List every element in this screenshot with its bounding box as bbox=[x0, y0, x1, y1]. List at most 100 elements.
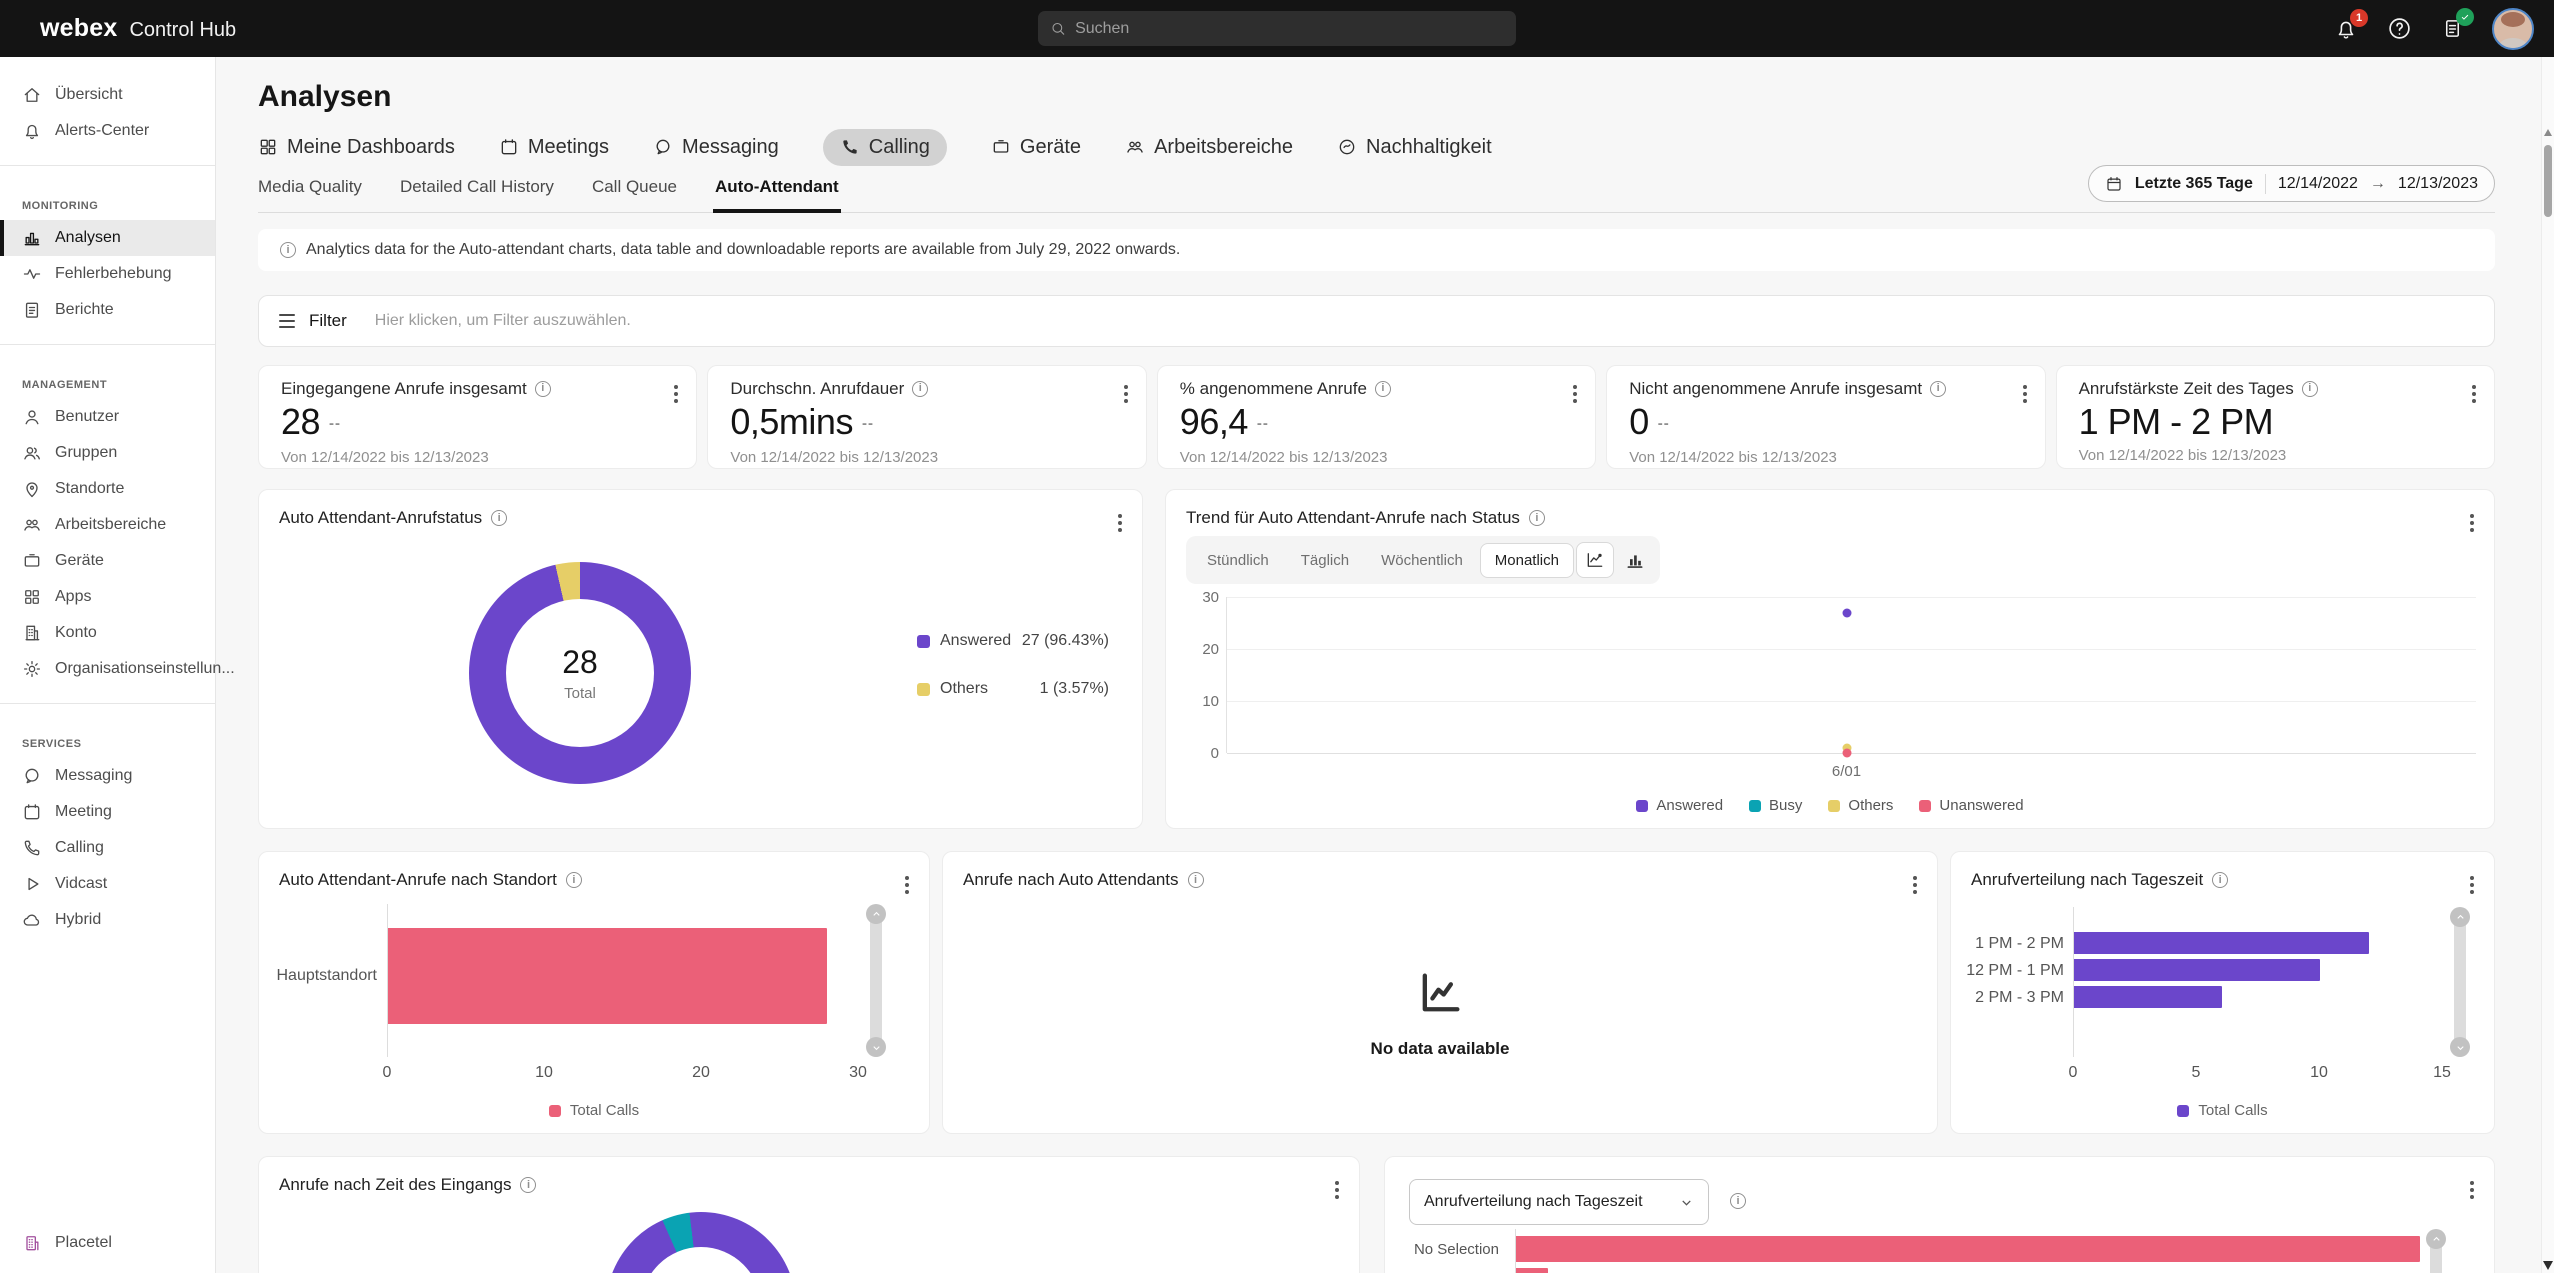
sidebar-item-geraete[interactable]: Geräte bbox=[0, 543, 215, 579]
kebab-menu[interactable] bbox=[1114, 510, 1126, 536]
info-icon[interactable] bbox=[1188, 872, 1204, 888]
sidebar-item-apps[interactable]: Apps bbox=[0, 579, 215, 615]
help-button[interactable] bbox=[2386, 16, 2412, 42]
kebab-menu[interactable] bbox=[2019, 381, 2031, 407]
sidebar-item-messaging[interactable]: Messaging bbox=[0, 758, 215, 794]
page-scrollbar[interactable] bbox=[2541, 57, 2554, 1273]
sidebar-item-placetel[interactable]: Placetel bbox=[0, 1225, 215, 1261]
sidebar-item-benutzer[interactable]: Benutzer bbox=[0, 399, 215, 435]
tab-meine-dashboards[interactable]: Meine Dashboards bbox=[258, 136, 455, 159]
scrollbar-up-arrow[interactable] bbox=[2544, 129, 2552, 136]
legend-item-answered: Answered bbox=[1636, 797, 1723, 814]
tab-calling[interactable]: Calling bbox=[823, 129, 947, 166]
sidebar-item-berichte[interactable]: Berichte bbox=[0, 292, 215, 328]
kebab-menu[interactable] bbox=[2468, 381, 2480, 407]
scrollbar-thumb[interactable] bbox=[2544, 145, 2552, 217]
kebab-menu[interactable] bbox=[901, 872, 913, 898]
info-icon[interactable] bbox=[1730, 1193, 1746, 1209]
kebab-menu[interactable] bbox=[1120, 381, 1132, 407]
trend-plot-area: 30 20 10 0 6/01 bbox=[1226, 597, 2476, 753]
tab-arbeitsbereiche[interactable]: Arbeitsbereiche bbox=[1125, 136, 1293, 159]
tab-nachhaltigkeit[interactable]: Nachhaltigkeit bbox=[1337, 136, 1492, 159]
notifications-button[interactable]: 1 bbox=[2333, 16, 2359, 42]
tab-meetings[interactable]: Meetings bbox=[499, 136, 609, 159]
user-avatar[interactable] bbox=[2492, 8, 2534, 50]
info-icon[interactable] bbox=[2302, 381, 2318, 397]
scroll-up-button[interactable] bbox=[2426, 1229, 2446, 1249]
info-icon[interactable] bbox=[2212, 872, 2228, 888]
chart-select-dropdown[interactable]: Anrufverteilung nach Tageszeit bbox=[1409, 1179, 1709, 1225]
toggle-taeglich[interactable]: Täglich bbox=[1286, 543, 1364, 578]
info-icon[interactable] bbox=[535, 381, 551, 397]
category-label: 12 PM - 1 PM bbox=[1959, 962, 2064, 980]
sidebar-item-hybrid[interactable]: Hybrid bbox=[0, 902, 215, 938]
webex-logo[interactable]: webex Control Hub bbox=[40, 14, 236, 43]
tab-label: Calling bbox=[869, 136, 930, 159]
subtab-detailed-call-history[interactable]: Detailed Call History bbox=[400, 177, 554, 197]
sidebar-item-vidcast[interactable]: Vidcast bbox=[0, 866, 215, 902]
sidebar-item-arbeitsbereiche[interactable]: Arbeitsbereiche bbox=[0, 507, 215, 543]
scroll-down-button[interactable] bbox=[2450, 1037, 2470, 1057]
kebab-menu[interactable] bbox=[1331, 1177, 1343, 1203]
sidebar-item-calling[interactable]: Calling bbox=[0, 830, 215, 866]
kebab-menu[interactable] bbox=[1569, 381, 1581, 407]
info-icon[interactable] bbox=[566, 872, 582, 888]
kebab-menu[interactable] bbox=[2466, 872, 2478, 898]
scroll-up-button[interactable] bbox=[866, 904, 886, 924]
global-search[interactable] bbox=[1038, 11, 1516, 46]
sidebar-item-label: Hybrid bbox=[55, 911, 101, 929]
tab-messaging[interactable]: Messaging bbox=[653, 136, 779, 159]
kpi-card-unanswered-total: Nicht angenommene Anrufe insgesamt 0-- V… bbox=[1606, 365, 2045, 469]
scroll-down-button[interactable] bbox=[866, 1037, 886, 1057]
legend-label: Total Calls bbox=[2198, 1102, 2267, 1119]
page-title: Analysen bbox=[258, 79, 2495, 115]
calendar-icon bbox=[499, 137, 519, 157]
sidebar-item-standorte[interactable]: Standorte bbox=[0, 471, 215, 507]
line-chart-toggle-button[interactable] bbox=[1576, 542, 1614, 578]
info-icon[interactable] bbox=[1529, 510, 1545, 526]
toggle-woechentlich[interactable]: Wöchentlich bbox=[1366, 543, 1478, 578]
subtab-call-queue[interactable]: Call Queue bbox=[592, 177, 677, 197]
scrollbar-down-arrow[interactable] bbox=[2543, 1261, 2553, 1270]
chart-scrollbar[interactable] bbox=[865, 904, 887, 1057]
subtab-media-quality[interactable]: Media Quality bbox=[258, 177, 362, 197]
filter-bar[interactable]: Filter Hier klicken, um Filter auszuwähl… bbox=[258, 295, 2495, 347]
sidebar-item-gruppen[interactable]: Gruppen bbox=[0, 435, 215, 471]
toggle-stuendlich[interactable]: Stündlich bbox=[1192, 543, 1284, 578]
tab-geraete[interactable]: Geräte bbox=[991, 136, 1081, 159]
sustainability-icon bbox=[1337, 137, 1357, 157]
calendar-icon bbox=[2105, 175, 2123, 193]
info-icon[interactable] bbox=[1930, 381, 1946, 397]
sidebar-item-label: Übersicht bbox=[55, 86, 123, 104]
chart-scrollbar[interactable] bbox=[2449, 907, 2471, 1057]
sidebar-item-uebersicht[interactable]: Übersicht bbox=[0, 77, 215, 113]
kpi-value: 0,5mins bbox=[730, 401, 853, 442]
bar-chart-toggle-button[interactable] bbox=[1616, 542, 1654, 578]
divider bbox=[0, 344, 215, 345]
search-input[interactable] bbox=[1075, 20, 1504, 38]
card-distribution-selector: Anrufverteilung nach Tageszeit No Select… bbox=[1384, 1156, 2495, 1273]
sidebar-item-fehlerbehebung[interactable]: Fehlerbehebung bbox=[0, 256, 215, 292]
subtab-auto-attendant[interactable]: Auto-Attendant bbox=[715, 177, 839, 197]
sidebar-item-analysen[interactable]: Analysen bbox=[0, 220, 215, 256]
info-icon[interactable] bbox=[912, 381, 928, 397]
analytics-tabs: Meine Dashboards Meetings Messaging Call… bbox=[258, 127, 2495, 167]
chart-scrollbar[interactable] bbox=[2425, 1229, 2447, 1273]
tab-label: Nachhaltigkeit bbox=[1366, 136, 1492, 159]
kebab-menu[interactable] bbox=[2466, 510, 2478, 536]
kpi-title: Anrufstärkste Zeit des Tages bbox=[2079, 379, 2294, 398]
sidebar-item-alerts-center[interactable]: Alerts-Center bbox=[0, 113, 215, 149]
info-icon[interactable] bbox=[491, 510, 507, 526]
date-range-picker[interactable]: Letzte 365 Tage 12/14/2022 → 12/13/2023 bbox=[2088, 165, 2495, 202]
sidebar-item-konto[interactable]: Konto bbox=[0, 615, 215, 651]
sidebar-item-organisationseinstellungen[interactable]: Organisationseinstellun... bbox=[0, 651, 215, 687]
kebab-menu[interactable] bbox=[2466, 1177, 2478, 1203]
whats-new-button[interactable] bbox=[2439, 16, 2465, 42]
scroll-up-button[interactable] bbox=[2450, 907, 2470, 927]
kebab-menu[interactable] bbox=[670, 381, 682, 407]
toggle-monatlich[interactable]: Monatlich bbox=[1480, 543, 1574, 578]
placetel-building-icon bbox=[22, 1233, 42, 1253]
sidebar-item-meeting[interactable]: Meeting bbox=[0, 794, 215, 830]
info-icon[interactable] bbox=[520, 1177, 536, 1193]
info-icon[interactable] bbox=[1375, 381, 1391, 397]
